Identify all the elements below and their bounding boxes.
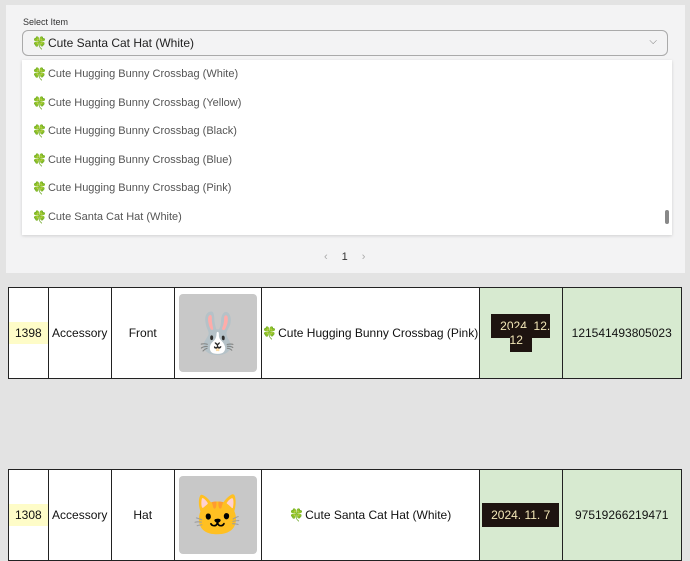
option[interactable]: 🍀 Cute Hugging Bunny Crossbag (White): [22, 60, 672, 89]
next-page-button[interactable]: ›: [362, 251, 366, 263]
clover-icon: 🍀: [32, 95, 47, 110]
pagination: ‹ 1 ›: [324, 251, 365, 263]
option-label: Cute Hugging Bunny Crossbag (Yellow): [47, 96, 242, 109]
item-select-panel: Select Item 🍀 Cute Santa Cat Hat (White) ⌵…: [6, 5, 685, 273]
slot: Hat: [110, 469, 175, 561]
item-id: 1308: [9, 504, 48, 526]
items-table: 1398 Accessory Front 🐰 🍀Cute Hugging Bun…: [8, 287, 682, 561]
option[interactable]: 🍀 Cute Hugging Bunny Crossbag (Black): [22, 117, 672, 146]
date: 2024. 12. 12: [491, 314, 551, 352]
option-label: Cute Santa Cat Hat (White): [47, 210, 182, 223]
clover-icon: 🍀: [32, 36, 47, 50]
value: 121541493805023: [561, 287, 682, 379]
table-row: 1308 Accessory Hat 🐱 🍀Cute Santa Cat Hat…: [8, 469, 682, 561]
prev-page-button[interactable]: ‹: [324, 251, 328, 263]
category: Accessory: [47, 469, 112, 561]
scrollbar[interactable]: [664, 60, 670, 235]
option-label: Cute Hugging Bunny Crossbag (White): [47, 68, 239, 81]
clover-icon: 🍀: [32, 181, 47, 196]
item-image: 🐰: [178, 294, 257, 372]
clover-icon: 🍀: [289, 508, 305, 522]
page-number[interactable]: 1: [342, 251, 348, 263]
option[interactable]: 🍀 Cute Hugging Bunny Crossbag (Blue): [22, 146, 672, 175]
date: 2024. 11. 7: [482, 503, 560, 527]
scrollbar-thumb[interactable]: [665, 210, 669, 224]
item-name: Cute Hugging Bunny Crossbag (Pink): [278, 326, 479, 340]
clover-icon: 🍀: [32, 67, 47, 82]
clover-icon: 🍀: [32, 152, 47, 167]
item-id: 1398: [9, 322, 48, 344]
clover-icon: 🍀: [32, 209, 47, 224]
item-image: 🐱: [178, 476, 257, 554]
option-label: Cute Hugging Bunny Crossbag (Black): [47, 125, 237, 138]
option[interactable]: 🍀 Cute Hugging Bunny Crossbag (Yellow): [22, 89, 672, 118]
table-row: 1398 Accessory Front 🐰 🍀Cute Hugging Bun…: [8, 287, 682, 379]
item-select[interactable]: 🍀 Cute Santa Cat Hat (White) ⌵: [22, 30, 668, 56]
option-label: Cute Hugging Bunny Crossbag (Pink): [47, 182, 232, 195]
value: 97519266219471: [561, 469, 682, 561]
category: Accessory: [47, 287, 112, 379]
option-label: Cute Hugging Bunny Crossbag (Blue): [47, 153, 232, 166]
slot: Front: [110, 287, 175, 379]
option[interactable]: 🍀 Cute Hugging Bunny Crossbag (Pink): [22, 174, 672, 203]
chevron-down-icon[interactable]: ⌵: [649, 36, 657, 47]
selected-value: Cute Santa Cat Hat (White): [47, 36, 195, 50]
item-name: Cute Santa Cat Hat (White): [305, 508, 452, 522]
clover-icon: 🍀: [32, 124, 47, 139]
clover-icon: 🍀: [262, 326, 278, 340]
option[interactable]: 🍀 Cute Santa Cat Hat (White): [22, 203, 672, 232]
select-label: Select Item: [23, 17, 69, 27]
dropdown-list: 🍀 Cute Hugging Bunny Crossbag (White) 🍀 Cu…: [22, 60, 672, 235]
